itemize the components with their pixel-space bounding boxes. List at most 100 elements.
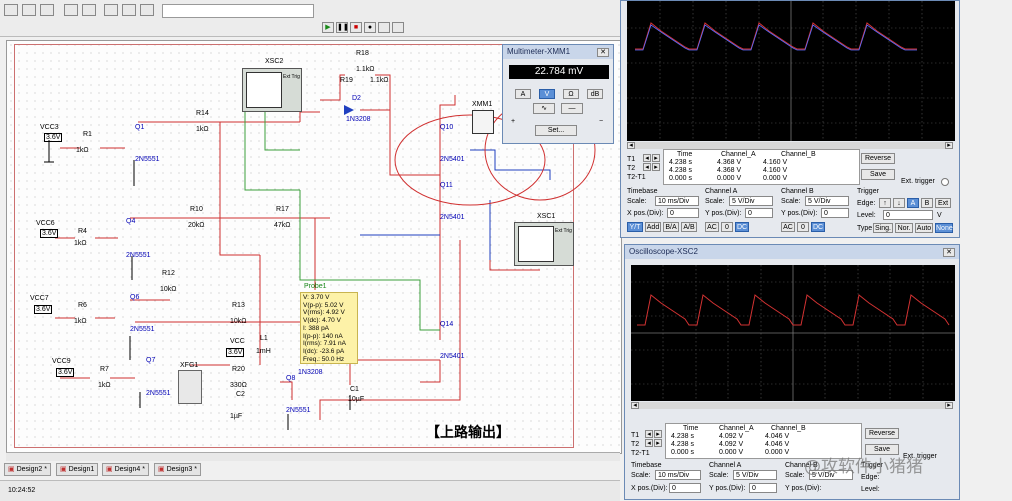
close-icon[interactable]: ✕ xyxy=(943,248,955,257)
channel-a-header: Channel A xyxy=(709,462,742,469)
channel-b-ypos-field[interactable]: 0 xyxy=(821,208,849,218)
cursor-arrow-icon[interactable]: ◂ xyxy=(643,163,651,171)
transistor-label: Q7 xyxy=(146,357,156,364)
tab-design3[interactable]: ▣ Design3 * xyxy=(154,463,201,476)
transistor-part: 2N5551 xyxy=(130,326,155,333)
transistor-part: 2N5551 xyxy=(135,156,160,163)
ba-button[interactable]: B/A xyxy=(663,222,679,232)
reverse-button[interactable]: Reverse xyxy=(861,153,895,164)
timebase-xpos-field[interactable]: 0 xyxy=(669,483,701,493)
channel-b-zero-button[interactable]: 0 xyxy=(797,222,809,232)
channel-a-ypos-field[interactable]: 0 xyxy=(749,483,777,493)
minus-terminal: − xyxy=(599,118,604,125)
channel-a-zero-button[interactable]: 0 xyxy=(721,222,733,232)
probe-value: V(dc): 4.70 V xyxy=(303,317,341,325)
transistor-part: 2N5551 xyxy=(286,407,311,414)
resistor-label: R4 xyxy=(78,228,87,235)
oscilloscope-title: Oscilloscope-XSC2 xyxy=(625,245,959,259)
screen-scrollbar[interactable] xyxy=(639,402,945,409)
oscilloscope-xsc1-window[interactable]: ◂ ▸ T1 T2 T2-T1 ◂ ▸ ◂ ▸ Time Channel_A C… xyxy=(620,0,960,238)
screen-scrollbar[interactable] xyxy=(635,142,945,149)
timebase-xpos-field[interactable]: 0 xyxy=(667,208,699,218)
rising-edge-icon[interactable]: ↑ xyxy=(879,198,891,208)
function-generator-xfg1[interactable] xyxy=(178,370,202,404)
tab-design1[interactable]: ▣ Design1 xyxy=(56,463,99,476)
mode-button-a[interactable]: A xyxy=(515,89,531,99)
channel-a-scale-field[interactable]: 5 V/Div xyxy=(733,470,777,480)
cursor-arrow-icon[interactable]: ▸ xyxy=(654,430,662,438)
channel-a-scale-field[interactable]: 5 V/Div xyxy=(729,196,773,206)
channel-a-dc-button[interactable]: DC xyxy=(735,222,749,232)
ab-button[interactable]: A/B xyxy=(681,222,697,232)
probe-value: I: 388 pA xyxy=(303,324,330,332)
tab-design2[interactable]: ▣ Design2 * xyxy=(4,463,51,476)
channel-a-ac-button[interactable]: AC xyxy=(705,222,719,232)
tab-design4[interactable]: ▣ Design4 * xyxy=(102,463,149,476)
trigger-ext-button[interactable]: Ext xyxy=(935,198,951,208)
resistor-label: R20 xyxy=(232,366,245,373)
cursor-arrow-icon[interactable]: ◂ xyxy=(645,430,653,438)
channel-b-dc-button[interactable]: DC xyxy=(811,222,825,232)
mode-button-ohm[interactable]: Ω xyxy=(563,89,579,99)
cursor-arrow-icon[interactable]: ▸ xyxy=(652,163,660,171)
yt-button[interactable]: Y/T xyxy=(627,222,643,232)
design-icon: ▣ xyxy=(158,466,165,473)
trigger-b-button[interactable]: B xyxy=(921,198,933,208)
scroll-left-icon[interactable]: ◂ xyxy=(627,142,635,149)
probe-name: Probe1 xyxy=(304,283,327,290)
transistor-label: Q1 xyxy=(135,124,145,131)
resistor-label: R13 xyxy=(232,302,245,309)
vcc-label: VCC3 xyxy=(40,124,59,131)
instrument-label: XSC1 xyxy=(537,213,556,220)
dc-line-icon[interactable]: — xyxy=(561,103,583,114)
multimeter-xmm1-symbol[interactable] xyxy=(472,110,494,134)
channel-b-scale-field[interactable]: 5 V/Div xyxy=(805,196,849,206)
ext-trigger-radio[interactable] xyxy=(941,178,949,186)
falling-edge-icon[interactable]: ↓ xyxy=(893,198,905,208)
vcc-label: VCC6 xyxy=(36,220,55,227)
channel-b-ac-button[interactable]: AC xyxy=(781,222,795,232)
add-button[interactable]: Add xyxy=(645,222,661,232)
ext-trig-label: Ext Trig xyxy=(555,228,572,234)
scroll-right-icon[interactable]: ▸ xyxy=(945,142,953,149)
vcc-value: 3.6V xyxy=(40,229,59,238)
cursor-arrow-icon[interactable]: ▸ xyxy=(654,439,662,447)
oscilloscope-screen xyxy=(627,1,955,141)
transistor-label: Q10 xyxy=(440,124,454,131)
trigger-level-field[interactable]: 0 xyxy=(883,210,933,220)
cursor-arrow-icon[interactable]: ◂ xyxy=(643,154,651,162)
plus-terminal: + xyxy=(511,118,516,125)
design-icon: ▣ xyxy=(8,466,15,473)
cursor-arrow-icon[interactable]: ◂ xyxy=(645,439,653,447)
ypos-label: Y pos.(Div): xyxy=(781,210,818,217)
type-auto-button[interactable]: Auto xyxy=(915,223,933,233)
cursor-arrow-icon[interactable]: ▸ xyxy=(652,154,660,162)
cursor-label: T2-T1 xyxy=(627,174,646,181)
type-normal-button[interactable]: Nor. xyxy=(895,223,913,233)
probe-value: I(rms): 7.91 nA xyxy=(303,340,346,348)
oscilloscope-screen xyxy=(518,226,554,262)
vcc-value: 3.6V xyxy=(44,133,63,142)
scroll-right-icon[interactable]: ▸ xyxy=(945,402,953,409)
mode-button-db[interactable]: dB xyxy=(587,89,603,99)
type-single-button[interactable]: Sing. xyxy=(873,223,893,233)
probe-readout: V: 3.70 V V(p-p): 5.02 V V(rms): 4.92 V … xyxy=(300,292,358,364)
mode-button-v[interactable]: V xyxy=(539,89,555,99)
multimeter-window[interactable]: Multimeter-XMM1 ✕ 22.784 mV A V Ω dB ∿ —… xyxy=(502,44,614,144)
ypos-label: Y pos.(Div): xyxy=(705,210,742,217)
scroll-left-icon[interactable]: ◂ xyxy=(631,402,639,409)
channel-a-ypos-field[interactable]: 0 xyxy=(745,208,773,218)
timebase-scale-field[interactable]: 10 ms/Div xyxy=(655,196,699,206)
close-icon[interactable]: ✕ xyxy=(597,48,609,57)
resistor-label: R14 xyxy=(196,110,209,117)
type-none-button[interactable]: None xyxy=(935,223,953,233)
trigger-a-button[interactable]: A xyxy=(907,198,919,208)
set-button[interactable]: Set... xyxy=(535,125,577,136)
ac-wave-icon[interactable]: ∿ xyxy=(533,103,555,114)
cursor-readout-table xyxy=(663,149,860,185)
status-time: 10:24:52 xyxy=(8,487,36,494)
inductor-label: L1 xyxy=(260,335,268,342)
save-button[interactable]: Save xyxy=(861,169,895,180)
reverse-button[interactable]: Reverse xyxy=(865,428,899,439)
timebase-scale-field[interactable]: 10 ms/Div xyxy=(655,470,701,480)
